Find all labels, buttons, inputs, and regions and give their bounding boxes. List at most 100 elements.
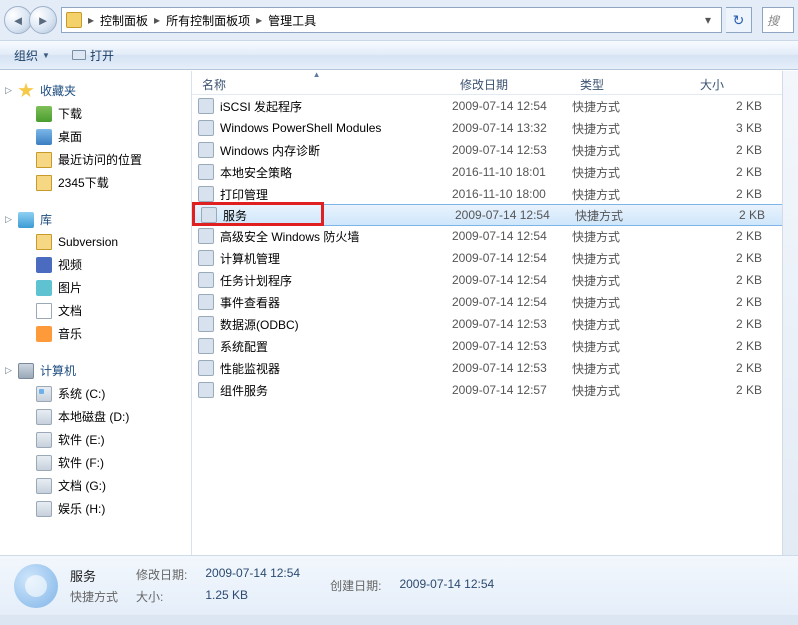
collapse-icon[interactable]: ▷ [5,365,12,376]
sidebar-group-libraries: ▷ 库 Subversion视频图片文档音乐 [0,208,191,345]
file-type: 快捷方式 [572,382,692,399]
details-subtitle: 快捷方式 [70,588,118,605]
file-date: 2016-11-10 18:01 [452,165,572,179]
sidebar-item[interactable]: 图片 [0,276,191,299]
table-row[interactable]: 打印管理2016-11-10 18:00快捷方式2 KB [192,183,798,205]
file-name: 本地安全策略 [220,164,452,181]
sidebar-item-label: 最近访问的位置 [58,151,142,168]
chevron-right-icon[interactable]: ▸ [252,13,266,27]
sidebar: ▷ 收藏夹 下载桌面最近访问的位置 2345下载 ▷ 库 Subversion视频… [0,71,192,555]
details-created-value: 2009-07-14 12:54 [399,577,494,594]
table-row[interactable]: 本地安全策略2016-11-10 18:01快捷方式2 KB [192,161,798,183]
sidebar-header-computer[interactable]: ▷ 计算机 [0,359,191,382]
chevron-right-icon[interactable]: ▸ [84,13,98,27]
refresh-button[interactable]: ↻ [726,7,752,33]
table-row[interactable]: Windows 内存诊断2009-07-14 12:53快捷方式2 KB [192,139,798,161]
sidebar-item[interactable]: 娱乐 (H:) [0,497,191,520]
sidebar-item[interactable]: 桌面 [0,125,191,148]
vid-icon [36,257,52,273]
file-date: 2009-07-14 12:53 [452,317,572,331]
open-button[interactable]: 打开 [66,44,120,67]
file-icon [198,338,214,354]
file-size: 2 KB [692,383,772,397]
details-icon [14,564,58,608]
fld-icon [36,234,52,250]
file-icon [198,164,214,180]
column-headers: 名称▲ 修改日期 类型 大小 [192,71,798,95]
table-row[interactable]: 性能监视器2009-07-14 12:53快捷方式2 KB [192,357,798,379]
sidebar-header-favorites[interactable]: ▷ 收藏夹 [0,79,191,102]
breadcrumb-dropdown[interactable]: ▾ [699,13,717,27]
drv-icon [36,455,52,471]
sidebar-item-label: 桌面 [58,128,82,145]
column-header-date[interactable]: 修改日期 [450,71,570,94]
sidebar-item[interactable]: 2345下载 [0,171,191,194]
sidebar-item[interactable]: 系统 (C:) [0,382,191,405]
collapse-icon[interactable]: ▷ [5,85,12,96]
toolbar: 组织 ▼ 打开 [0,40,798,70]
table-row[interactable]: 组件服务2009-07-14 12:57快捷方式2 KB [192,379,798,401]
table-row[interactable]: 数据源(ODBC)2009-07-14 12:53快捷方式2 KB [192,313,798,335]
sidebar-header-label: 计算机 [40,362,76,379]
file-date: 2009-07-14 12:54 [452,273,572,287]
table-row[interactable]: 系统配置2009-07-14 12:53快捷方式2 KB [192,335,798,357]
details-pane: 服务 修改日期: 2009-07-14 12:54 快捷方式 大小: 1.25 … [0,555,798,615]
table-row[interactable]: 任务计划程序2009-07-14 12:54快捷方式2 KB [192,269,798,291]
table-row[interactable]: Windows PowerShell Modules2009-07-14 13:… [192,117,798,139]
sidebar-header-label: 库 [40,211,52,228]
table-row[interactable]: 服务2009-07-14 12:54快捷方式2 KB [194,204,796,226]
sidebar-item-label: 下载 [58,105,82,122]
file-name: 性能监视器 [220,360,452,377]
sidebar-item[interactable]: 本地磁盘 (D:) [0,405,191,428]
file-type: 快捷方式 [572,228,692,245]
sidebar-item[interactable]: 下载 [0,102,191,125]
breadcrumb-item[interactable]: 所有控制面板项 [166,12,250,29]
file-type: 快捷方式 [572,186,692,203]
sidebar-item[interactable]: 最近访问的位置 [0,148,191,171]
file-name: 计算机管理 [220,250,452,267]
sidebar-item-label: 2345下载 [58,174,109,191]
sidebar-item[interactable]: Subversion [0,231,191,253]
search-input[interactable]: 搜 [762,7,794,33]
chevron-right-icon[interactable]: ▸ [150,13,164,27]
file-date: 2009-07-14 12:57 [452,383,572,397]
file-date: 2009-07-14 12:53 [452,361,572,375]
nav-forward-button[interactable]: ► [29,6,57,34]
file-size: 2 KB [692,187,772,201]
column-header-type[interactable]: 类型 [570,71,690,94]
table-row[interactable]: 事件查看器2009-07-14 12:54快捷方式2 KB [192,291,798,313]
file-icon [198,382,214,398]
library-icon [18,212,34,228]
file-date: 2016-11-10 18:00 [452,187,572,201]
breadcrumb-item[interactable]: 控制面板 [100,12,148,29]
column-header-name[interactable]: 名称▲ [192,71,450,94]
drv-icon [36,501,52,517]
breadcrumb-item[interactable]: 管理工具 [268,12,316,29]
sidebar-item[interactable]: 文档 [0,299,191,322]
scrollbar[interactable] [782,71,798,555]
sidebar-item[interactable]: 文档 (G:) [0,474,191,497]
drv-icon [36,409,52,425]
sidebar-item[interactable]: 软件 (E:) [0,428,191,451]
dl-icon [36,106,52,122]
organize-button[interactable]: 组织 ▼ [8,44,56,67]
file-date: 2009-07-14 12:54 [452,99,572,113]
sidebar-item[interactable]: 视频 [0,253,191,276]
sidebar-item[interactable]: 音乐 [0,322,191,345]
file-list[interactable]: iSCSI 发起程序2009-07-14 12:54快捷方式2 KBWindow… [192,95,798,555]
table-row[interactable]: 高级安全 Windows 防火墙2009-07-14 12:54快捷方式2 KB [192,225,798,247]
column-header-size[interactable]: 大小 [690,71,770,94]
table-row[interactable]: 计算机管理2009-07-14 12:54快捷方式2 KB [192,247,798,269]
collapse-icon[interactable]: ▷ [5,214,12,225]
nav-back-button[interactable]: ◄ [4,6,32,34]
file-name: Windows PowerShell Modules [220,121,452,135]
fld-icon [36,175,52,191]
sidebar-header-libraries[interactable]: ▷ 库 [0,208,191,231]
file-size: 2 KB [692,143,772,157]
cdrv-icon [36,386,52,402]
file-date: 2009-07-14 12:53 [452,339,572,353]
sidebar-item[interactable]: 软件 (F:) [0,451,191,474]
breadcrumb[interactable]: ▸ 控制面板 ▸ 所有控制面板项 ▸ 管理工具 ▾ [61,7,722,33]
table-row[interactable]: iSCSI 发起程序2009-07-14 12:54快捷方式2 KB [192,95,798,117]
sidebar-group-computer: ▷ 计算机 系统 (C:)本地磁盘 (D:)软件 (E:)软件 (F:)文档 (… [0,359,191,520]
